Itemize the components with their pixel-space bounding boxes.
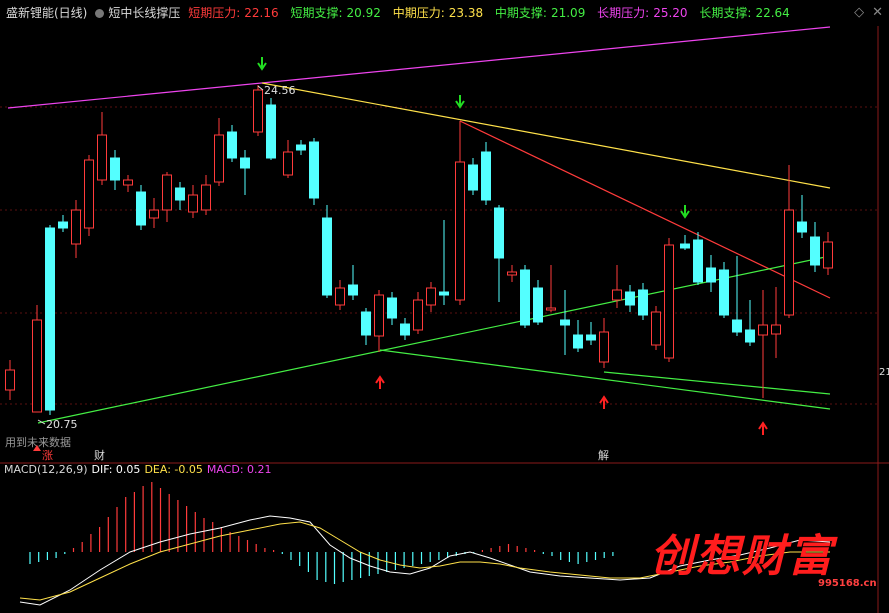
candle-body — [296, 144, 306, 151]
candle-body — [374, 294, 384, 337]
candle-body — [625, 291, 635, 306]
candle-body — [387, 297, 397, 319]
candle-body — [745, 329, 755, 343]
candle-body — [520, 269, 530, 326]
candle-body — [348, 284, 358, 296]
candle-body — [227, 131, 237, 159]
candle-body — [309, 141, 319, 199]
candle-body — [45, 227, 55, 411]
candle-body — [706, 267, 716, 283]
candle-body — [361, 311, 371, 336]
candle-body — [439, 291, 449, 296]
arrow-up-icon — [599, 395, 609, 409]
candle-body — [560, 319, 570, 326]
candle-body — [322, 217, 332, 296]
candle-body — [638, 289, 648, 316]
signal-arrows — [257, 57, 768, 435]
candle-body — [507, 271, 517, 276]
candle-body — [784, 209, 794, 316]
arrow-down-icon — [455, 95, 465, 109]
candle-body — [797, 221, 807, 233]
right-axis-label: 21 — [879, 367, 889, 378]
arrow-up-icon — [758, 421, 768, 435]
candle-body — [32, 319, 42, 413]
candle-body — [253, 89, 263, 133]
marker-zhang[interactable]: 涨 — [42, 449, 53, 462]
candle-body — [84, 159, 94, 229]
candle-body — [719, 269, 729, 316]
candle-body — [283, 151, 293, 176]
candle-body — [481, 151, 491, 201]
price-grid — [0, 106, 878, 405]
candle-body — [651, 311, 661, 346]
macd-dea: DEA: -0.05 — [144, 463, 203, 476]
high-price-label: 24.56 — [264, 84, 296, 97]
candle-body — [823, 241, 833, 269]
candle-body — [400, 323, 410, 336]
candle-body — [771, 324, 781, 335]
low-price-label: 20.75 — [46, 418, 78, 431]
mid-resistance-line — [261, 82, 831, 189]
macd-dif: DIF: 0.05 — [91, 463, 141, 476]
candle-body — [468, 164, 478, 191]
candle-body — [214, 134, 224, 183]
candlesticks — [5, 85, 833, 415]
candle-body — [5, 369, 15, 391]
arrow-up-icon — [375, 375, 385, 389]
candle-body — [266, 104, 276, 159]
candle-body — [97, 134, 107, 181]
candle-body — [599, 331, 609, 363]
candle-body — [680, 243, 690, 249]
candle-body — [110, 157, 120, 181]
marker-cai[interactable]: 财 — [94, 448, 105, 462]
candle-body — [494, 207, 504, 259]
candle-body — [693, 239, 703, 283]
short-support-line — [603, 371, 831, 395]
candle-body — [149, 209, 159, 219]
high-pointer — [257, 85, 264, 91]
candle-body — [732, 319, 742, 333]
macd-value: MACD: 0.21 — [206, 463, 272, 476]
candle-body — [188, 194, 198, 213]
candle-body — [123, 179, 133, 186]
candle-body — [573, 334, 583, 349]
arrow-down-icon — [257, 57, 267, 71]
chart-window[interactable]: 盛新锂能(日线) 短中长线撑压 短期压力: 22.16 短期支撑: 20.92 中期压… — [0, 0, 889, 613]
arrow-down-icon — [680, 205, 690, 219]
candle-body — [240, 157, 250, 169]
macd-name[interactable]: MACD(12,26,9) — [4, 463, 88, 476]
candle-body — [426, 287, 436, 306]
candle-body — [455, 161, 465, 301]
candle-body — [810, 236, 820, 266]
watermark-logo: 创想财富 — [650, 531, 834, 582]
candle-body — [546, 307, 556, 311]
long-resistance-line — [7, 26, 831, 109]
candle-body — [664, 244, 674, 359]
candle-body — [612, 289, 622, 301]
candle-body — [71, 209, 81, 245]
watermark-url: 995168.cn — [818, 578, 877, 589]
marker-jie[interactable]: 解 — [598, 448, 609, 462]
candle-body — [58, 221, 68, 229]
candle-body — [201, 184, 211, 211]
candle-body — [162, 174, 172, 211]
candle-body — [413, 299, 423, 331]
candle-body — [586, 334, 596, 341]
candle-body — [335, 287, 345, 306]
candle-body — [758, 324, 768, 336]
macd-header: MACD(12,26,9) DIF: 0.05 DEA: -0.05 MACD: 0.… — [4, 462, 276, 478]
candle-body — [136, 191, 146, 226]
candle-body — [175, 187, 185, 201]
candle-body — [533, 287, 543, 323]
